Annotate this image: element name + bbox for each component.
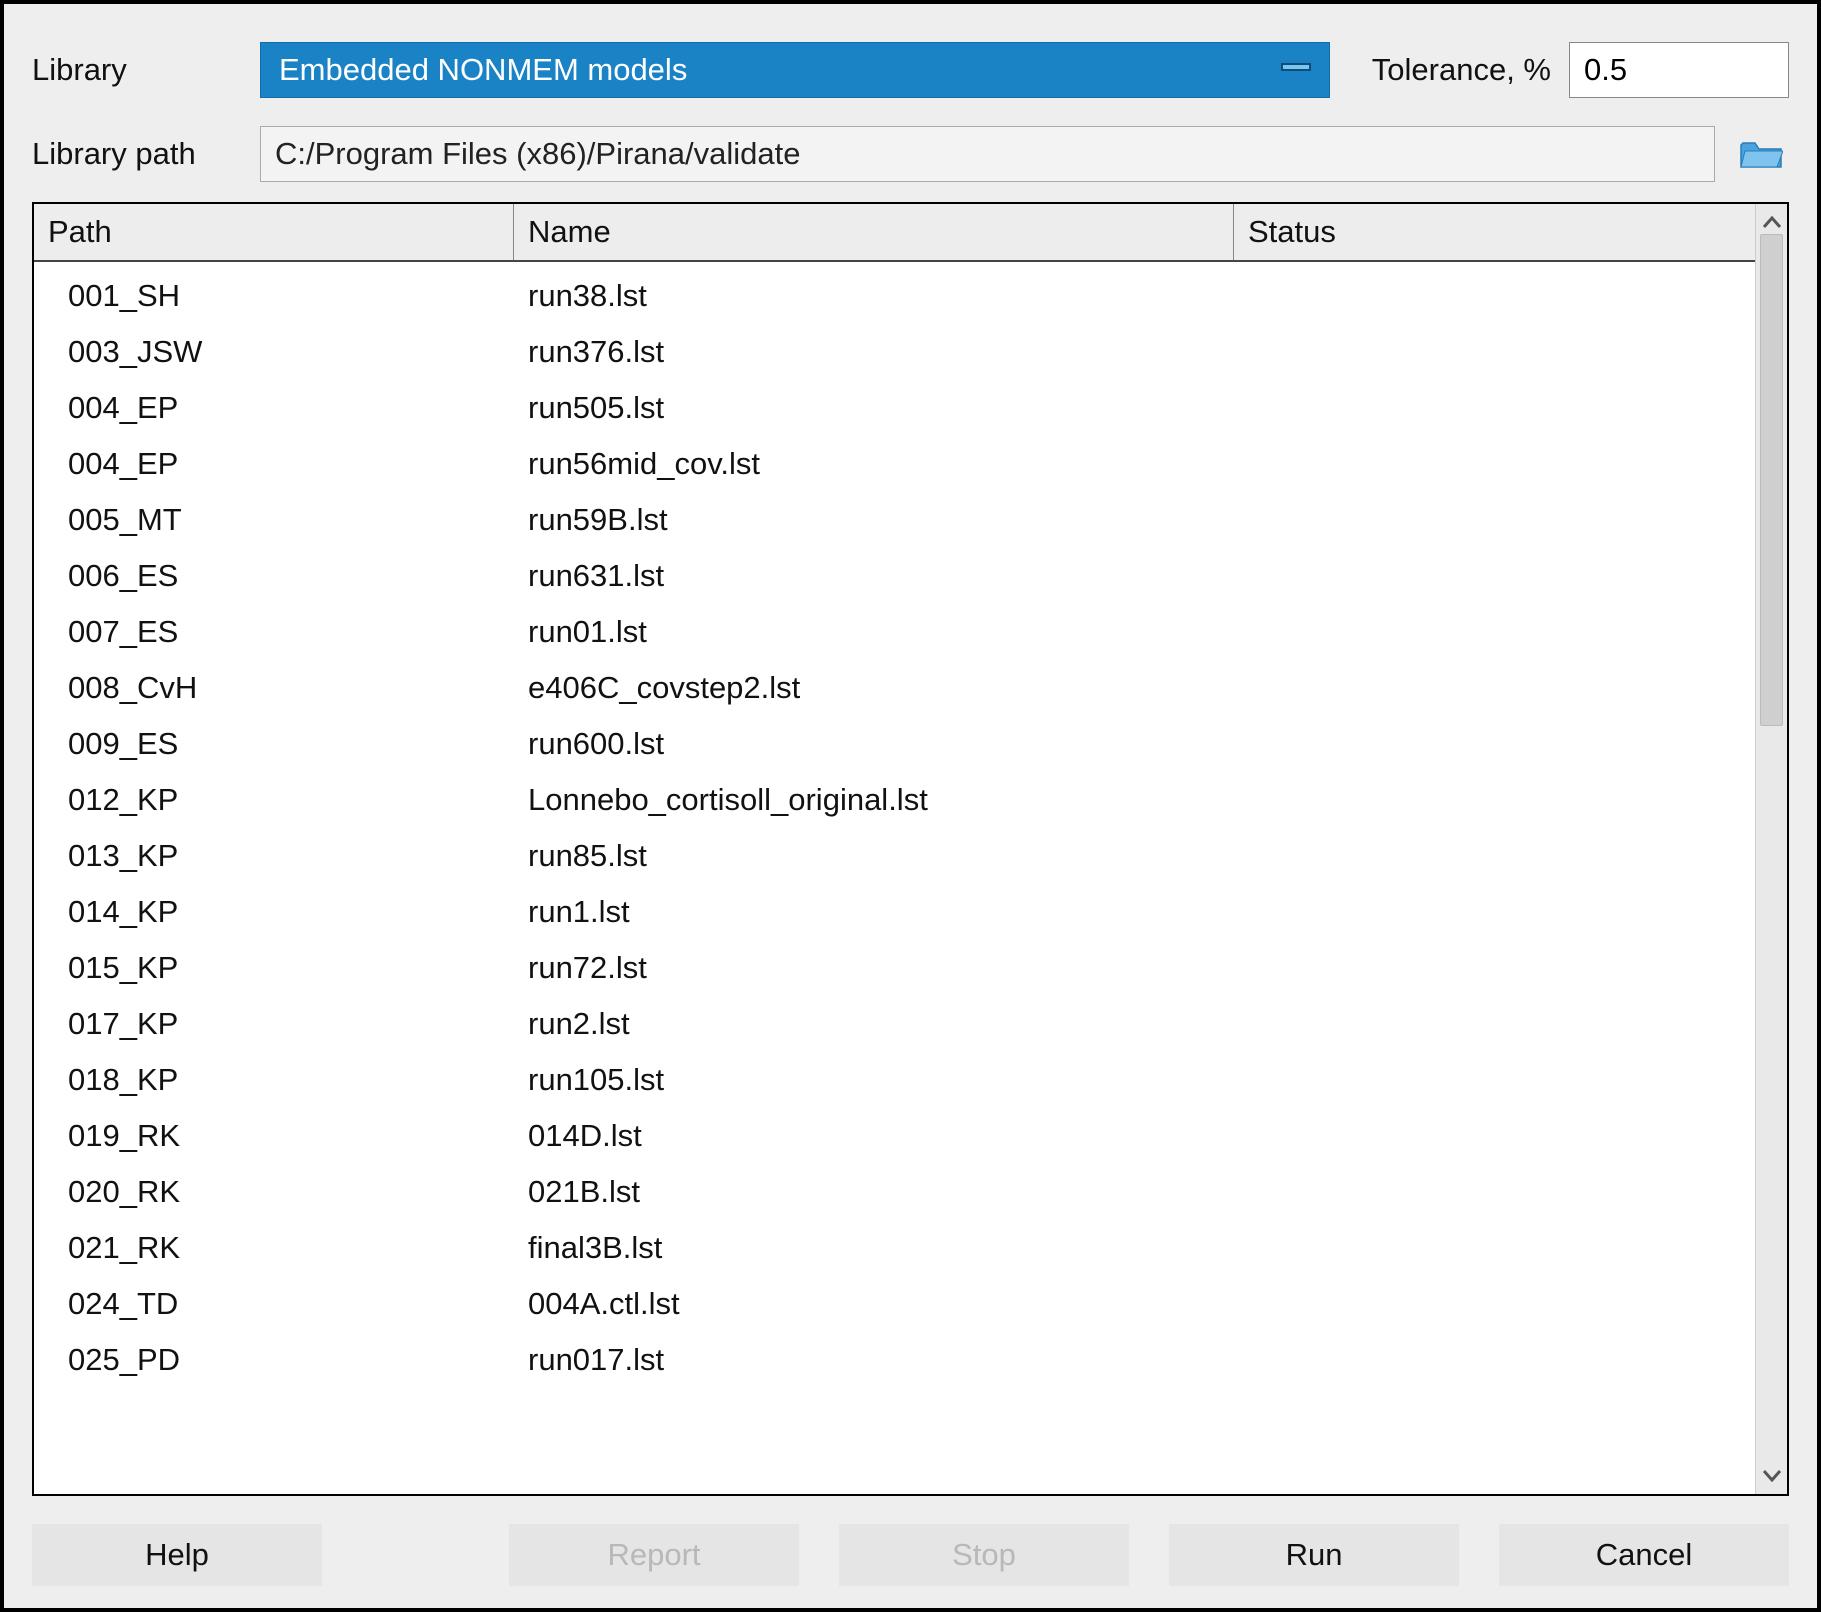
cell-name: run376.lst — [514, 334, 1234, 370]
table-row[interactable]: 013_KPrun85.lst — [34, 828, 1755, 884]
cell-path: 004_EP — [34, 390, 514, 426]
cell-name: run59B.lst — [514, 502, 1234, 538]
cell-name: 014D.lst — [514, 1118, 1234, 1154]
top-row: Library Embedded NONMEM models Tolerance… — [32, 42, 1789, 98]
table-row[interactable]: 024_TD004A.ctl.lst — [34, 1276, 1755, 1332]
cell-path: 025_PD — [34, 1342, 514, 1378]
tolerance-input[interactable] — [1569, 42, 1789, 98]
cell-name: final3B.lst — [514, 1230, 1234, 1266]
cell-name: run1.lst — [514, 894, 1234, 930]
cell-name: Lonnebo_cortisoll_original.lst — [514, 782, 1234, 818]
table-row[interactable]: 006_ESrun631.lst — [34, 548, 1755, 604]
cell-path: 014_KP — [34, 894, 514, 930]
button-spacer — [362, 1524, 469, 1586]
table-row[interactable]: 017_KPrun2.lst — [34, 996, 1755, 1052]
table-row[interactable]: 001_SHrun38.lst — [34, 268, 1755, 324]
vertical-scrollbar[interactable] — [1755, 204, 1787, 1494]
cell-path: 005_MT — [34, 502, 514, 538]
tolerance-label: Tolerance, % — [1372, 52, 1551, 88]
cell-path: 009_ES — [34, 726, 514, 762]
table-row[interactable]: 014_KPrun1.lst — [34, 884, 1755, 940]
cell-name: run505.lst — [514, 390, 1234, 426]
browse-folder-button[interactable] — [1733, 132, 1789, 176]
cell-name: run600.lst — [514, 726, 1234, 762]
cell-name: run72.lst — [514, 950, 1234, 986]
cell-name: run01.lst — [514, 614, 1234, 650]
dialog-window: Library Embedded NONMEM models Tolerance… — [0, 0, 1821, 1612]
cancel-button[interactable]: Cancel — [1499, 1524, 1789, 1586]
table-row[interactable]: 008_CvHe406C_covstep2.lst — [34, 660, 1755, 716]
table-row[interactable]: 004_EPrun505.lst — [34, 380, 1755, 436]
cell-path: 006_ES — [34, 558, 514, 594]
cell-name: run017.lst — [514, 1342, 1234, 1378]
table-row[interactable]: 015_KPrun72.lst — [34, 940, 1755, 996]
table-body: 001_SHrun38.lst003_JSWrun376.lst004_EPru… — [34, 262, 1755, 1494]
library-dropdown[interactable]: Embedded NONMEM models — [260, 42, 1330, 98]
cell-name: run85.lst — [514, 838, 1234, 874]
cell-name: run2.lst — [514, 1006, 1234, 1042]
library-path-input[interactable] — [260, 126, 1715, 182]
help-button[interactable]: Help — [32, 1524, 322, 1586]
table-row[interactable]: 020_RK021B.lst — [34, 1164, 1755, 1220]
cell-path: 001_SH — [34, 278, 514, 314]
column-header-name[interactable]: Name — [514, 204, 1234, 260]
button-row: Help Report Stop Run Cancel — [32, 1524, 1789, 1586]
cell-name: run38.lst — [514, 278, 1234, 314]
cell-name: e406C_covstep2.lst — [514, 670, 1234, 706]
cell-path: 019_RK — [34, 1118, 514, 1154]
table-row[interactable]: 019_RK014D.lst — [34, 1108, 1755, 1164]
table-row[interactable]: 009_ESrun600.lst — [34, 716, 1755, 772]
column-header-status[interactable]: Status — [1234, 204, 1755, 260]
library-dropdown-value: Embedded NONMEM models — [279, 52, 687, 88]
scroll-up-arrow-icon[interactable] — [1760, 210, 1784, 234]
table-row[interactable]: 005_MTrun59B.lst — [34, 492, 1755, 548]
folder-icon — [1739, 137, 1783, 171]
cell-path: 008_CvH — [34, 670, 514, 706]
cell-path: 003_JSW — [34, 334, 514, 370]
cell-name: run56mid_cov.lst — [514, 446, 1234, 482]
cell-path: 012_KP — [34, 782, 514, 818]
models-table-container: Path Name Status 001_SHrun38.lst003_JSWr… — [32, 202, 1789, 1496]
scrollbar-thumb[interactable] — [1760, 234, 1783, 726]
cell-name: 021B.lst — [514, 1174, 1234, 1210]
scrollbar-track[interactable] — [1756, 234, 1787, 1464]
path-row: Library path — [32, 126, 1789, 182]
cell-path: 020_RK — [34, 1174, 514, 1210]
dropdown-arrow-icon — [1281, 63, 1311, 77]
library-label: Library — [32, 52, 242, 88]
table-header-row: Path Name Status — [34, 204, 1755, 262]
table-row[interactable]: 004_EPrun56mid_cov.lst — [34, 436, 1755, 492]
table-row[interactable]: 025_PDrun017.lst — [34, 1332, 1755, 1388]
table-row[interactable]: 012_KPLonnebo_cortisoll_original.lst — [34, 772, 1755, 828]
table-row[interactable]: 007_ESrun01.lst — [34, 604, 1755, 660]
cell-path: 017_KP — [34, 1006, 514, 1042]
column-header-path[interactable]: Path — [34, 204, 514, 260]
scroll-down-arrow-icon[interactable] — [1760, 1464, 1784, 1488]
cell-path: 024_TD — [34, 1286, 514, 1322]
stop-button: Stop — [839, 1524, 1129, 1586]
report-button: Report — [509, 1524, 799, 1586]
table-row[interactable]: 021_RKfinal3B.lst — [34, 1220, 1755, 1276]
cell-path: 004_EP — [34, 446, 514, 482]
cell-path: 013_KP — [34, 838, 514, 874]
run-button[interactable]: Run — [1169, 1524, 1459, 1586]
cell-path: 015_KP — [34, 950, 514, 986]
cell-path: 021_RK — [34, 1230, 514, 1266]
cell-name: 004A.ctl.lst — [514, 1286, 1234, 1322]
table-row[interactable]: 018_KPrun105.lst — [34, 1052, 1755, 1108]
library-path-label: Library path — [32, 136, 242, 172]
cell-name: run631.lst — [514, 558, 1234, 594]
cell-path: 018_KP — [34, 1062, 514, 1098]
cell-path: 007_ES — [34, 614, 514, 650]
models-table: Path Name Status 001_SHrun38.lst003_JSWr… — [34, 204, 1755, 1494]
table-row[interactable]: 003_JSWrun376.lst — [34, 324, 1755, 380]
cell-name: run105.lst — [514, 1062, 1234, 1098]
